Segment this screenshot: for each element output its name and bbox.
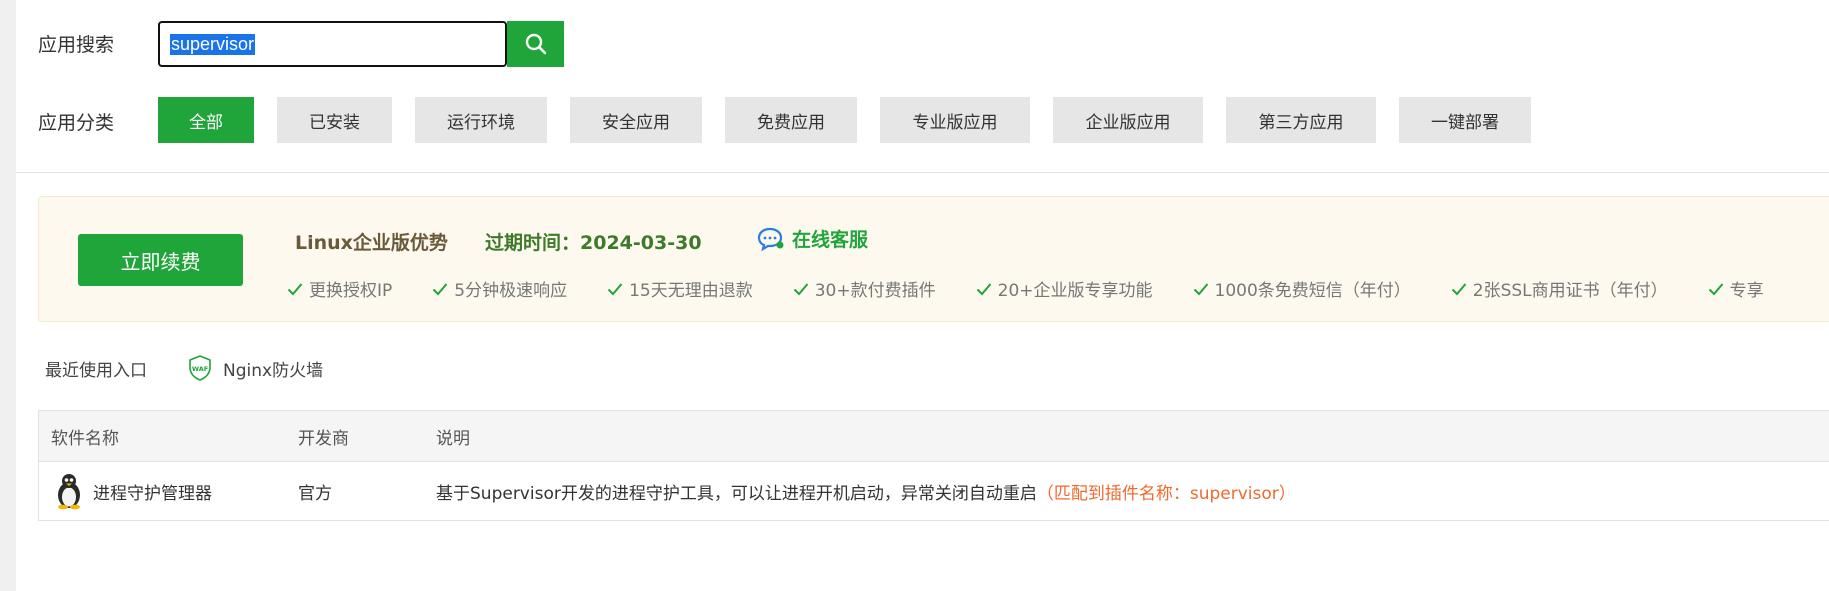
search-button[interactable] [507, 21, 564, 67]
software-name-cell: 进程守护管理器 [53, 462, 212, 520]
developer-cell: 官方 [298, 483, 332, 504]
feature-text: 20+企业版专享功能 [997, 281, 1153, 301]
search-label: 应用搜索 [38, 34, 115, 56]
match-note: （匹配到插件名称：supervisor） [1036, 483, 1296, 504]
check-icon [433, 282, 448, 295]
table-row[interactable]: 进程守护管理器 官方 基于Supervisor开发的进程守护工具，可以让进程开机… [39, 462, 1829, 520]
category-security-tab[interactable]: 安全应用 [570, 97, 702, 143]
promo-title: Linux企业版优势 [295, 232, 448, 254]
category-enterprise-tab[interactable]: 企业版应用 [1053, 97, 1203, 143]
feature-text: 2张SSL商用证书（年付） [1472, 281, 1668, 301]
category-tabs: 全部 已安装 运行环境 安全应用 免费应用 专业版应用 企业版应用 第三方应用 … [158, 97, 1554, 143]
search-input[interactable]: supervisor [158, 21, 507, 67]
waf-shield-icon: WAF [189, 355, 211, 381]
feature-item: 2张SSL商用证书（年付） [1451, 276, 1668, 301]
feature-item: 15天无理由退款 [607, 276, 753, 301]
category-pro-tab[interactable]: 专业版应用 [880, 97, 1030, 143]
linux-penguin-icon [58, 474, 80, 510]
recent-entries: 最近使用入口 WAF Nginx防火墙 [45, 354, 323, 382]
table-header: 软件名称 开发商 说明 [39, 411, 1829, 462]
feature-item: 1000条免费短信（年付） [1193, 276, 1411, 301]
recent-label: 最近使用入口 [45, 360, 147, 381]
recent-item-label: Nginx防火墙 [223, 360, 324, 381]
description-text: 基于Supervisor开发的进程守护工具，可以让进程开机启动，异常关闭自动重启 [436, 483, 1037, 504]
check-icon [976, 282, 991, 295]
category-one-click-deploy-tab[interactable]: 一键部署 [1399, 97, 1531, 143]
check-icon [793, 282, 808, 295]
feature-list: 更换授权IP 5分钟极速响应 15天无理由退款 30+款付费插件 20+企业版专… [287, 276, 1804, 301]
check-icon [287, 282, 303, 295]
feature-item: 5分钟极速响应 [432, 276, 567, 301]
category-third-party-tab[interactable]: 第三方应用 [1226, 97, 1376, 143]
feature-text: 1000条免费短信（年付） [1214, 281, 1411, 301]
feature-item: 更换授权IP [287, 276, 392, 301]
online-service-link[interactable]: 在线客服 [756, 225, 868, 252]
chat-bubble-icon [757, 227, 784, 251]
app-store-panel: 应用搜索 supervisor 应用分类 全部 已安装 运行环境 安全应用 免费… [16, 0, 1829, 591]
category-free-tab[interactable]: 免费应用 [725, 97, 857, 143]
enterprise-promo-banner: 立即续费 Linux企业版优势 过期时间：2024-03-30 在线客服 更换授… [38, 196, 1829, 322]
section-divider [16, 172, 1829, 173]
column-header-name[interactable]: 软件名称 [51, 411, 119, 461]
svg-text:WAF: WAF [192, 365, 208, 373]
online-service-label: 在线客服 [792, 229, 869, 251]
category-installed-tab[interactable]: 已安装 [277, 97, 392, 143]
check-icon [1451, 282, 1467, 295]
feature-item: 30+款付费插件 [793, 276, 936, 301]
description-cell: 基于Supervisor开发的进程守护工具，可以让进程开机启动，异常关闭自动重启… [436, 462, 1296, 520]
feature-text: 更换授权IP [309, 281, 393, 301]
software-name[interactable]: 进程守护管理器 [93, 479, 212, 504]
software-table: 软件名称 开发商 说明 进程守护管理器 官方 基于Supervisor开发的进程… [38, 410, 1829, 521]
search-icon [525, 33, 546, 55]
feature-text: 15天无理由退款 [629, 281, 753, 301]
feature-item: 专享 [1708, 276, 1764, 301]
feature-text: 30+款付费插件 [814, 281, 936, 301]
category-all-tab[interactable]: 全部 [158, 97, 254, 143]
category-runtime-tab[interactable]: 运行环境 [415, 97, 547, 143]
check-icon [1193, 282, 1208, 295]
feature-item: 20+企业版专享功能 [976, 276, 1153, 301]
category-label: 应用分类 [38, 112, 115, 134]
check-icon [607, 282, 623, 295]
recent-item-nginx-waf[interactable]: WAF Nginx防火墙 [187, 354, 323, 382]
search-bar: supervisor [158, 21, 564, 67]
renew-button[interactable]: 立即续费 [78, 234, 243, 286]
column-header-description[interactable]: 说明 [436, 411, 470, 461]
search-input-value: supervisor [170, 33, 256, 55]
check-icon [1708, 282, 1723, 295]
column-header-developer[interactable]: 开发商 [298, 411, 349, 461]
expire-date: 过期时间：2024-03-30 [485, 232, 702, 254]
feature-text: 5分钟极速响应 [454, 281, 568, 301]
feature-text: 专享 [1729, 281, 1764, 301]
